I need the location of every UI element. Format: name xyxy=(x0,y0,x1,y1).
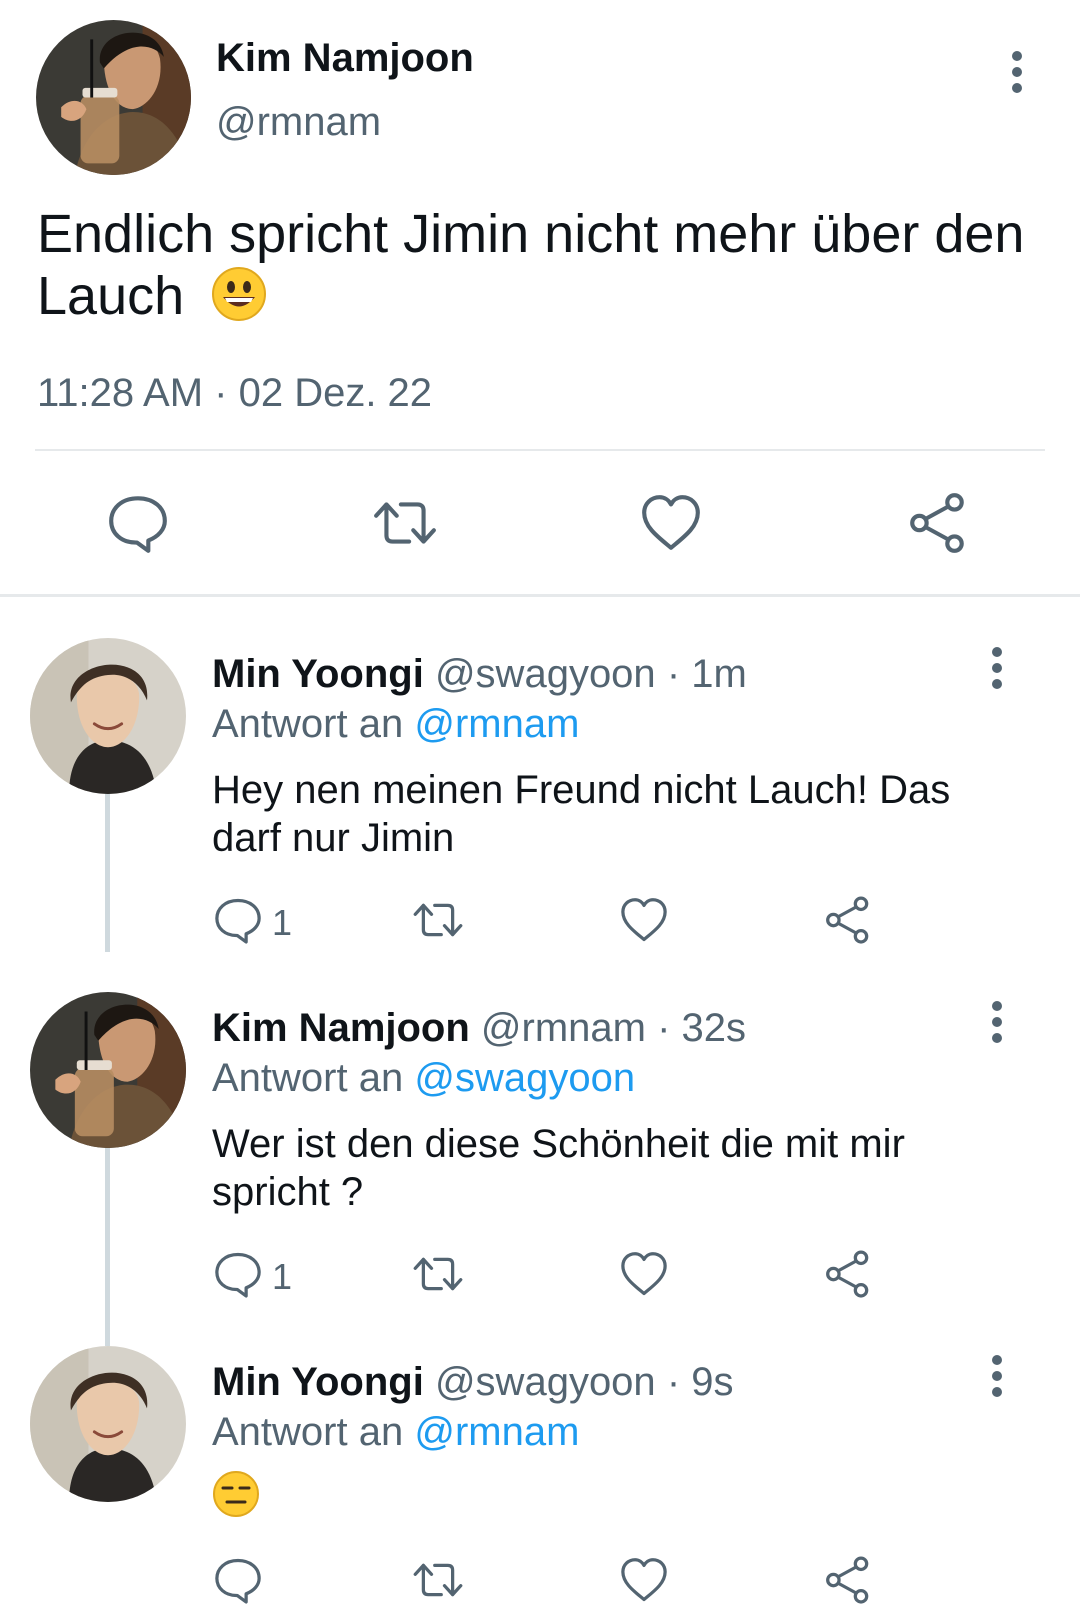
tweet-timestamp: 11:28 AM · 02 Dez. 22 xyxy=(37,371,433,415)
retweet-icon[interactable] xyxy=(412,894,468,950)
comment-icon[interactable] xyxy=(212,894,268,950)
author-name[interactable]: Kim Namjoon xyxy=(216,36,474,81)
comment-icon[interactable] xyxy=(212,1248,268,1304)
reply-text: Wer ist den diese Schönheit die mit mir … xyxy=(212,1122,905,1214)
more-options-icon[interactable] xyxy=(980,1000,1014,1044)
author-name[interactable]: Min Yoongi xyxy=(212,1360,424,1404)
reply-label: Antwort an xyxy=(212,1410,404,1454)
retweet-icon[interactable] xyxy=(412,1248,468,1304)
author-handle[interactable]: @rmnam xyxy=(216,100,381,145)
reply-count: 1 xyxy=(272,1256,293,1297)
share-icon[interactable] xyxy=(822,894,878,950)
author-avatar[interactable] xyxy=(36,20,191,175)
author-handle[interactable]: @swagyoon xyxy=(435,1360,656,1404)
reply-text: Hey nen meinen Freund nicht Lauch! Das d… xyxy=(212,768,951,860)
reply-to-line: Antwort an @swagyoon xyxy=(212,1056,635,1101)
author-avatar[interactable] xyxy=(30,1346,186,1502)
author-name[interactable]: Kim Namjoon xyxy=(212,1006,470,1050)
author-avatar[interactable] xyxy=(30,992,186,1148)
reply-tweet[interactable]: Min Yoongi @swagyoon · 9s Antwort an @rm… xyxy=(0,1346,1080,1615)
reply-header: Min Yoongi @swagyoon · 9s xyxy=(212,1360,734,1405)
reply-tweet[interactable]: Min Yoongi @swagyoon · 1m Antwort an @rm… xyxy=(0,638,1080,958)
tweet-text-content: Endlich spricht Jimin nicht mehr über de… xyxy=(37,204,1025,326)
share-icon[interactable] xyxy=(822,1554,878,1610)
main-tweet: Kim Namjoon @rmnam Endlich spricht Jimin… xyxy=(0,0,1080,597)
reply-header: Kim Namjoon @rmnam · 32s xyxy=(212,1006,746,1051)
reply-actions xyxy=(0,1554,1080,1610)
author-handle[interactable]: @swagyoon xyxy=(435,652,656,696)
more-options-icon[interactable] xyxy=(980,646,1014,690)
retweet-icon[interactable] xyxy=(372,490,438,556)
reply-actions: 1 xyxy=(0,1248,1080,1304)
reply-tweet[interactable]: Kim Namjoon @rmnam · 32s Antwort an @swa… xyxy=(0,992,1080,1312)
share-icon[interactable] xyxy=(905,490,971,556)
comment-icon[interactable] xyxy=(105,490,171,556)
grinning-face-emoji-icon xyxy=(211,266,267,322)
author-handle[interactable]: @rmnam xyxy=(481,1006,646,1050)
reply-time: · 32s xyxy=(657,1006,747,1050)
more-options-icon[interactable] xyxy=(1000,50,1034,94)
reply-label: Antwort an xyxy=(212,1056,404,1100)
tweet-text: Endlich spricht Jimin nicht mehr über de… xyxy=(37,203,1047,327)
comment-icon[interactable] xyxy=(212,1554,268,1610)
author-avatar[interactable] xyxy=(30,638,186,794)
reply-to-line: Antwort an @rmnam xyxy=(212,702,579,747)
reply-mention-link[interactable]: @rmnam xyxy=(414,1410,579,1454)
reply-header: Min Yoongi @swagyoon · 1m xyxy=(212,652,747,697)
divider xyxy=(0,594,1080,597)
like-icon[interactable] xyxy=(638,490,704,556)
author-name[interactable]: Min Yoongi xyxy=(212,652,424,696)
like-icon[interactable] xyxy=(618,894,674,950)
divider xyxy=(35,449,1045,451)
reply-to-line: Antwort an @rmnam xyxy=(212,1410,579,1455)
reply-count: 1 xyxy=(272,902,293,943)
like-icon[interactable] xyxy=(618,1554,674,1610)
reply-time: · 9s xyxy=(666,1360,734,1404)
reply-text xyxy=(212,1470,1012,1529)
more-options-icon[interactable] xyxy=(980,1354,1014,1398)
retweet-icon[interactable] xyxy=(412,1554,468,1610)
reply-label: Antwort an xyxy=(212,702,404,746)
share-icon[interactable] xyxy=(822,1248,878,1304)
reply-mention-link[interactable]: @swagyoon xyxy=(414,1056,635,1100)
reply-time: · 1m xyxy=(666,652,747,696)
expressionless-face-emoji-icon xyxy=(212,1470,260,1518)
like-icon[interactable] xyxy=(618,1248,674,1304)
tweet-actions xyxy=(0,490,1080,556)
reply-mention-link[interactable]: @rmnam xyxy=(414,702,579,746)
reply-actions: 1 xyxy=(0,894,1080,950)
